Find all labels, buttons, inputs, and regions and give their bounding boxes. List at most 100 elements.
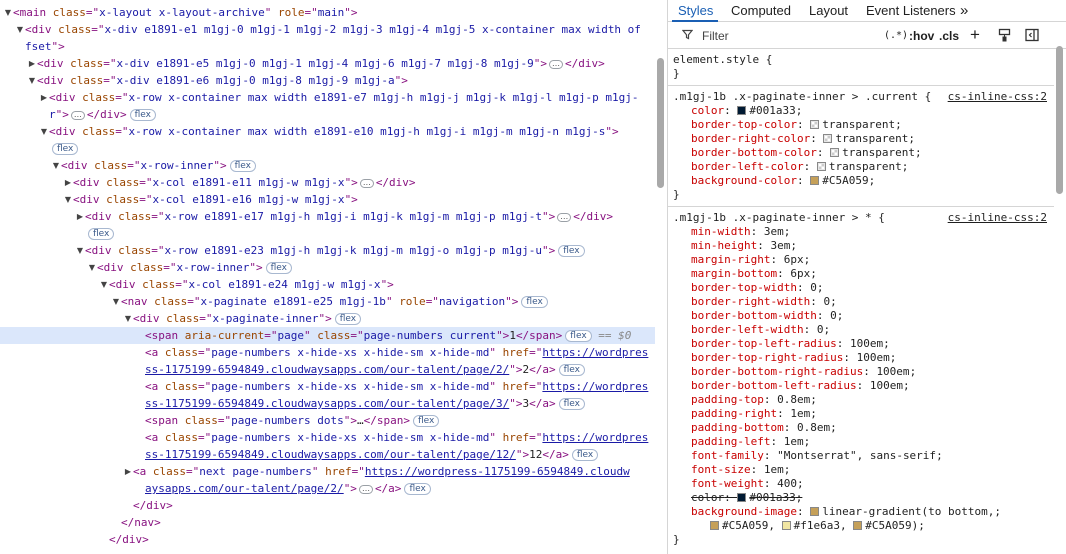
css-property-value[interactable]: #C5A059 bbox=[822, 174, 868, 187]
css-property-name[interactable]: background-image bbox=[691, 505, 797, 518]
href-link[interactable]: ss-1175199-6594849.cloudwaysapps.com/our… bbox=[145, 397, 509, 410]
css-property-value[interactable]: 0.8em bbox=[797, 421, 830, 434]
color-swatch[interactable] bbox=[810, 507, 820, 516]
elements-tree[interactable]: ▼ <main class="x-layout x-layout-archive"… bbox=[0, 0, 655, 554]
dom-node[interactable]: fset"> bbox=[0, 38, 655, 55]
flex-badge[interactable]: flex bbox=[571, 449, 599, 461]
css-property-name[interactable]: margin-bottom bbox=[691, 267, 777, 280]
css-property-value[interactable]: 3em bbox=[770, 239, 790, 252]
filter-input[interactable]: Filter bbox=[702, 29, 729, 43]
flex-badge[interactable]: flex bbox=[52, 143, 79, 155]
css-property-value[interactable]: 6px bbox=[784, 253, 804, 266]
tab-layout[interactable]: Layout bbox=[809, 0, 848, 22]
css-property-name[interactable]: border-right-color bbox=[691, 132, 810, 145]
flex-badge[interactable]: flex bbox=[229, 160, 256, 172]
css-property-name[interactable]: padding-right bbox=[691, 407, 777, 420]
dom-node[interactable]: </nav> bbox=[0, 514, 655, 531]
css-property-value[interactable]: #001a33 bbox=[749, 491, 795, 504]
dom-node[interactable]: ▼ <main class="x-layout x-layout-archive"… bbox=[0, 4, 655, 21]
css-property-name[interactable]: border-top-right-radius bbox=[691, 351, 843, 364]
dom-node[interactable]: ▼ <div class="x-row-inner"> flex bbox=[0, 259, 655, 276]
dom-node[interactable]: aysapps.com/our-talent/page/2/">… </a> fle… bbox=[0, 480, 655, 497]
dom-node[interactable]: ▼ <div class="x-div e1891-e1 m1gj-0 m1gj-… bbox=[0, 21, 655, 38]
flex-badge[interactable]: flex bbox=[412, 415, 440, 427]
css-property-value[interactable]: transparent bbox=[829, 160, 902, 173]
ellipsis-expand-icon[interactable]: … bbox=[70, 110, 85, 120]
elements-scrollbar[interactable] bbox=[655, 0, 667, 554]
css-property-name[interactable]: border-right-width bbox=[691, 295, 810, 308]
href-link[interactable]: ss-1175199-6594849.cloudwaysapps.com/our… bbox=[145, 448, 516, 461]
css-property-name[interactable]: font-weight bbox=[691, 477, 764, 490]
more-tabs-chevron-icon[interactable]: » bbox=[960, 0, 968, 22]
css-property-name[interactable]: padding-left bbox=[691, 435, 770, 448]
expand-triangle-icon[interactable]: ▶ bbox=[39, 89, 49, 106]
dom-node-selected[interactable]: <span aria-current="page" class="page-nu… bbox=[0, 327, 655, 344]
dom-node[interactable]: <a class="page-numbers x-hide-xs x-hide-… bbox=[0, 344, 655, 361]
elements-scroll-thumb[interactable] bbox=[657, 58, 664, 188]
css-property-name[interactable]: border-bottom-right-radius bbox=[691, 365, 863, 378]
collapse-triangle-icon[interactable]: ▼ bbox=[39, 123, 49, 140]
css-property-name[interactable]: border-left-width bbox=[691, 323, 804, 336]
flex-badge[interactable]: flex bbox=[334, 313, 362, 325]
hov-toggle[interactable]: :hov bbox=[909, 29, 934, 43]
dom-node[interactable]: ▼ <div class="x-paginate-inner"> flex bbox=[0, 310, 655, 327]
css-property-name[interactable]: padding-top bbox=[691, 393, 764, 406]
css-property-value[interactable]: "Montserrat", sans-serif bbox=[777, 449, 936, 462]
flex-badge[interactable]: flex bbox=[565, 330, 592, 342]
css-property-name[interactable]: padding-bottom bbox=[691, 421, 784, 434]
flex-badge[interactable]: flex bbox=[88, 228, 115, 240]
flex-badge[interactable]: flex bbox=[521, 296, 548, 308]
dom-node[interactable]: r">… </div> flex bbox=[0, 106, 655, 123]
css-property-name[interactable]: font-family bbox=[691, 449, 764, 462]
css-property-value[interactable]: transparent bbox=[835, 132, 908, 145]
css-property-name[interactable]: font-size bbox=[691, 463, 751, 476]
expand-triangle-icon[interactable]: ▶ bbox=[27, 55, 37, 72]
color-swatch[interactable] bbox=[823, 134, 833, 143]
dom-node[interactable]: ▼ <div class="x-row x-container max width… bbox=[0, 123, 655, 140]
collapse-triangle-icon[interactable]: ▼ bbox=[111, 293, 121, 310]
color-swatch[interactable] bbox=[810, 176, 820, 185]
dom-node[interactable]: ss-1175199-6594849.cloudwaysapps.com/our… bbox=[0, 361, 655, 378]
css-property-name[interactable]: border-bottom-width bbox=[691, 309, 817, 322]
dom-node[interactable]: ss-1175199-6594849.cloudwaysapps.com/our… bbox=[0, 446, 655, 463]
ellipsis-expand-icon[interactable]: … bbox=[359, 178, 374, 188]
color-swatch[interactable] bbox=[710, 521, 719, 530]
collapse-triangle-icon[interactable]: ▼ bbox=[15, 21, 25, 38]
collapse-triangle-icon[interactable]: ▼ bbox=[27, 72, 37, 89]
collapse-triangle-icon[interactable]: ▼ bbox=[51, 157, 61, 174]
flex-badge[interactable]: flex bbox=[558, 364, 585, 376]
css-property-name[interactable]: border-bottom-left-radius bbox=[691, 379, 857, 392]
dom-node[interactable]: <span class="page-numbers dots">…</span>… bbox=[0, 412, 655, 429]
ellipsis-expand-icon[interactable]: … bbox=[358, 484, 373, 494]
color-swatch[interactable] bbox=[853, 521, 863, 530]
color-swatch[interactable] bbox=[781, 521, 791, 530]
css-property-value[interactable]: 0 bbox=[830, 309, 837, 322]
css-property-name[interactable]: margin-right bbox=[691, 253, 770, 266]
dom-node[interactable]: ▼ <div class="x-row e1891-e23 m1gj-h m1gj… bbox=[0, 242, 655, 259]
css-property-value[interactable]: 1em bbox=[764, 463, 784, 476]
css-property-value[interactable]: 6px bbox=[790, 267, 810, 280]
dom-node[interactable]: ▶ <div class="x-row e1891-e17 m1gj-h m1gj… bbox=[0, 208, 655, 225]
expand-triangle-icon[interactable]: ▶ bbox=[63, 174, 73, 191]
css-property-name[interactable]: color bbox=[691, 491, 724, 504]
cls-toggle[interactable]: .cls bbox=[939, 29, 959, 43]
css-property-value[interactable]: 400 bbox=[777, 477, 797, 490]
dom-node[interactable]: ▶ <div class="x-row x-container max width… bbox=[0, 89, 655, 106]
flex-badge[interactable]: flex bbox=[265, 262, 292, 274]
color-swatch[interactable] bbox=[810, 120, 820, 129]
flex-badge[interactable]: flex bbox=[558, 398, 585, 410]
css-property-value[interactable]: linear-gradient(to bottom, bbox=[822, 505, 994, 518]
css-property-value[interactable]: transparent bbox=[822, 118, 895, 131]
dom-node[interactable]: flex bbox=[0, 225, 655, 242]
dom-node[interactable]: </div> bbox=[0, 531, 655, 548]
dom-node[interactable]: ▼ <div class="x-row-inner"> flex bbox=[0, 157, 655, 174]
rule-source-link[interactable]: cs-inline-css:2 bbox=[948, 90, 1047, 104]
expand-triangle-icon[interactable]: ▶ bbox=[123, 463, 133, 480]
dom-node[interactable]: flex bbox=[0, 140, 655, 157]
href-link[interactable]: ss-1175199-6594849.cloudwaysapps.com/our… bbox=[145, 363, 509, 376]
css-property-value[interactable]: 100em bbox=[850, 337, 883, 350]
expand-triangle-icon[interactable]: ▶ bbox=[75, 208, 85, 225]
css-property-name[interactable]: border-top-width bbox=[691, 281, 797, 294]
css-property-name[interactable]: border-left-color bbox=[691, 160, 804, 173]
paint-brush-icon[interactable] bbox=[998, 28, 1011, 45]
